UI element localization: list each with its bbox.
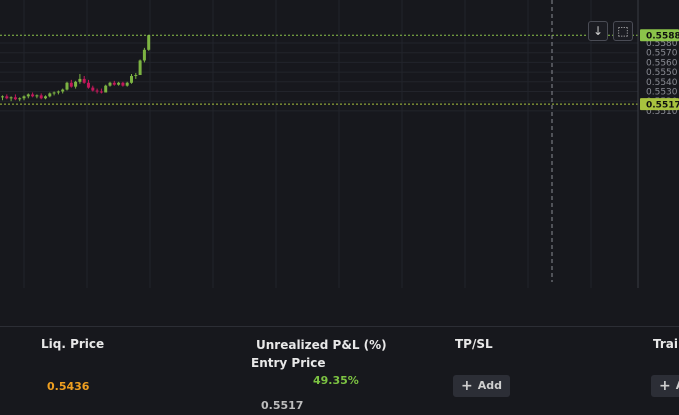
trailing-header: Traili [653, 337, 679, 351]
candle-body [91, 87, 95, 91]
candle-body [52, 92, 56, 94]
fit-screen-icon: ⬚ [617, 24, 629, 38]
price-chart[interactable]: 0.5580 0.5570 0.5560 0.5550 0.5540 0.5530 0.55… [0, 0, 679, 288]
liq-price-header: Liq. Price [41, 337, 105, 351]
fit-screen-button[interactable]: ⬚ [613, 21, 633, 41]
candle-body [134, 75, 138, 77]
y-axis-tick-label: 0.5560 [646, 58, 678, 68]
entry-price-label: 0.5517 [646, 101, 679, 111]
unrealized-pnl-header: Unrealized P&L (%) [256, 338, 387, 352]
position-panel: Liq. Price 0.5436 Unrealized P&L (%) Ent… [0, 326, 679, 415]
candle-body [104, 85, 108, 93]
candle-body [48, 93, 52, 97]
candle-body [147, 35, 151, 50]
plus-icon: + [461, 378, 473, 394]
candle-body [5, 96, 9, 99]
candle-body [18, 98, 22, 100]
candle-body [125, 82, 129, 86]
candle-body [1, 96, 4, 98]
tpsl-add-label: Add [477, 379, 502, 392]
entry-price-header: Entry Price [251, 356, 326, 370]
candle-body [87, 82, 90, 88]
liq-price-value: 0.5436 [47, 380, 90, 393]
candle-body [26, 94, 30, 97]
candle-body [78, 78, 82, 82]
unrealized-pnl-value: 49.35% [313, 374, 359, 387]
y-axis-tick-label: 0.5530 [646, 88, 678, 98]
candle-body [95, 90, 99, 92]
candle-body [82, 78, 86, 83]
candle-body [74, 81, 78, 87]
candle-body [13, 97, 17, 100]
candle-body [99, 91, 103, 93]
candle-body [130, 75, 133, 83]
candle-body [9, 97, 13, 99]
last-price-label: 0.5588 [646, 32, 679, 42]
candle-body [117, 82, 121, 85]
plus-icon: + [659, 378, 671, 394]
chart-canvas[interactable]: 0.55800.55700.55600.55500.55400.55300.55… [0, 0, 679, 288]
candle-body [44, 96, 47, 99]
entry-price-value: 0.5517 [261, 399, 304, 412]
candle-body [56, 91, 60, 93]
candle-body [142, 49, 146, 61]
candle-body [35, 95, 39, 97]
scroll-to-latest-button[interactable]: ↓ [588, 21, 608, 41]
y-axis-tick-label: 0.5540 [646, 78, 678, 88]
candle-body [22, 96, 26, 99]
y-axis-tick-label: 0.5570 [646, 49, 678, 59]
candle-body [65, 82, 69, 90]
tpsl-add-button[interactable]: + Add [453, 375, 510, 397]
candle-body [69, 82, 73, 87]
candle-body [31, 94, 35, 97]
candle-body [39, 95, 43, 99]
trailing-add-button[interactable]: +A [651, 375, 679, 397]
candle-body [61, 89, 65, 92]
candle-body [108, 82, 112, 86]
y-axis-tick-label: 0.5550 [646, 68, 678, 78]
candle-body [138, 60, 142, 76]
candle-body [112, 82, 116, 85]
arrow-down-icon: ↓ [592, 24, 604, 38]
tpsl-header: TP/SL [455, 337, 493, 351]
candle-body [121, 82, 125, 86]
